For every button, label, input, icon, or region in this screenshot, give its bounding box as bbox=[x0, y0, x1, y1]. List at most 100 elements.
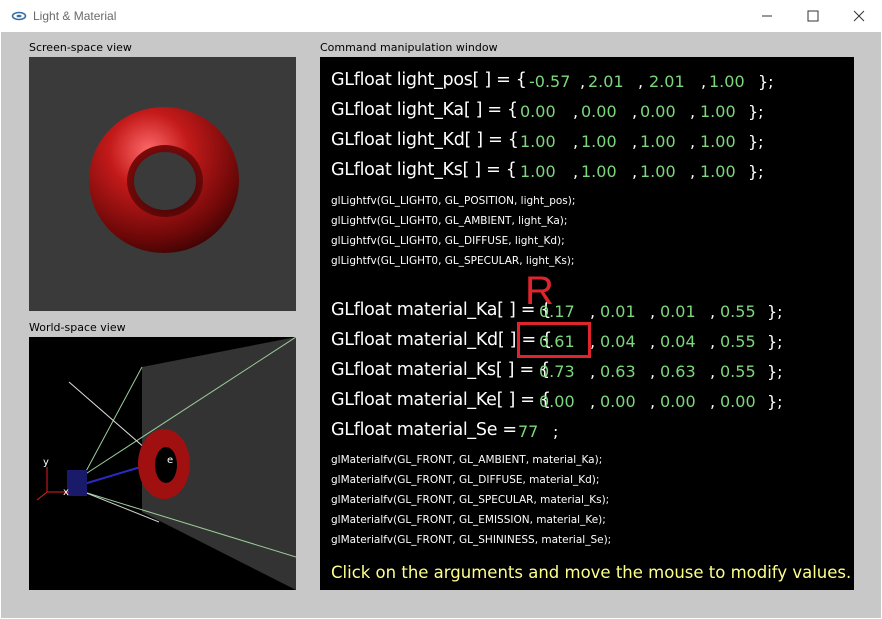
light-kd-decl: GLfloat light_Kd[ ] = { bbox=[331, 130, 519, 150]
frustum-edge bbox=[83, 366, 143, 476]
comma: , bbox=[690, 132, 696, 151]
material-call: glMaterialfv(GL_FRONT, GL_EMISSION, mate… bbox=[331, 514, 606, 526]
world-scene: y x e bbox=[36, 336, 297, 590]
light-ks-value-3[interactable]: 1.00 bbox=[700, 162, 736, 181]
light-kd-value-1[interactable]: 1.00 bbox=[581, 132, 617, 151]
screen-view-label: Screen-space view bbox=[29, 41, 132, 54]
light-ka-decl: GLfloat light_Ka[ ] = { bbox=[331, 100, 518, 120]
minimize-button[interactable] bbox=[744, 0, 790, 32]
comma: , bbox=[590, 302, 596, 321]
light-ka-value-2[interactable]: 0.00 bbox=[640, 102, 676, 121]
comma: , bbox=[710, 362, 716, 381]
light-kd-end: }; bbox=[748, 132, 764, 151]
light-ks-value-1[interactable]: 1.00 bbox=[581, 162, 617, 181]
light-call: glLightfv(GL_LIGHT0, GL_AMBIENT, light_K… bbox=[331, 215, 568, 227]
light-call: glLightfv(GL_LIGHT0, GL_POSITION, light_… bbox=[331, 195, 576, 207]
light-kd-value-3[interactable]: 1.00 bbox=[700, 132, 736, 151]
material-se-decl: GLfloat material_Se = bbox=[331, 420, 517, 440]
light-ka-end: }; bbox=[748, 102, 764, 121]
comma: , bbox=[690, 102, 696, 121]
light-pos-value-1[interactable]: 2.01 bbox=[588, 72, 624, 91]
material-ka-value-1[interactable]: 0.01 bbox=[600, 302, 636, 321]
comma: , bbox=[710, 332, 716, 351]
material-ka-value-3[interactable]: 0.55 bbox=[720, 302, 756, 321]
world-space-view[interactable]: y x e bbox=[29, 336, 297, 590]
light-ks-end: }; bbox=[748, 162, 764, 181]
material-ke-value-3[interactable]: 0.00 bbox=[720, 392, 756, 411]
light-ks-value-2[interactable]: 1.00 bbox=[640, 162, 676, 181]
comma: , bbox=[590, 362, 596, 381]
material-kd-value-2[interactable]: 0.04 bbox=[660, 332, 696, 351]
material-ks-decl: GLfloat material_Ks[ ] = { bbox=[331, 360, 550, 380]
material-ke-value-0[interactable]: 0.00 bbox=[539, 392, 575, 411]
material-ks-value-0[interactable]: 0.73 bbox=[539, 362, 575, 381]
screen-space-view[interactable] bbox=[29, 57, 296, 311]
light-ks-value-0[interactable]: 1.00 bbox=[520, 162, 556, 181]
comma: , bbox=[701, 72, 707, 91]
camera-box bbox=[67, 470, 87, 496]
comma: , bbox=[573, 162, 579, 181]
light-pos-value-2[interactable]: 2.01 bbox=[649, 72, 685, 91]
torus-render bbox=[89, 107, 239, 253]
comma: , bbox=[710, 302, 716, 321]
material-ke-end: }; bbox=[767, 392, 783, 411]
material-ka-decl: GLfloat material_Ka[ ] = { bbox=[331, 300, 552, 320]
close-button[interactable] bbox=[836, 0, 882, 32]
light-ka-value-0[interactable]: 0.00 bbox=[520, 102, 556, 121]
light-call: glLightfv(GL_LIGHT0, GL_DIFFUSE, light_K… bbox=[331, 235, 565, 247]
material-ka-end: }; bbox=[767, 302, 783, 321]
comma: , bbox=[632, 132, 638, 151]
material-call: glMaterialfv(GL_FRONT, GL_AMBIENT, mater… bbox=[331, 454, 603, 466]
material-ke-value-1[interactable]: 0.00 bbox=[600, 392, 636, 411]
eye-point-label: e bbox=[167, 455, 173, 466]
comma: , bbox=[650, 392, 656, 411]
close-icon bbox=[853, 10, 865, 22]
material-ke-decl: GLfloat material_Ke[ ] = { bbox=[331, 390, 551, 410]
comma: , bbox=[638, 72, 644, 91]
light-kd-value-0[interactable]: 1.00 bbox=[520, 132, 556, 151]
comma: , bbox=[632, 102, 638, 121]
material-kd-value-1[interactable]: 0.04 bbox=[600, 332, 636, 351]
material-ks-value-2[interactable]: 0.63 bbox=[660, 362, 696, 381]
material-kd-end: }; bbox=[767, 332, 783, 351]
title-bar: Light & Material bbox=[0, 0, 882, 32]
material-call: glMaterialfv(GL_FRONT, GL_SPECULAR, mate… bbox=[331, 494, 610, 506]
light-ks-decl: GLfloat light_Ks[ ] = { bbox=[331, 160, 517, 180]
material-ks-value-3[interactable]: 0.55 bbox=[720, 362, 756, 381]
comma: , bbox=[573, 132, 579, 151]
instruction-hint: Click on the arguments and move the mous… bbox=[331, 563, 852, 582]
light-pos-decl: GLfloat light_pos[ ] = { bbox=[331, 70, 527, 90]
comma: , bbox=[690, 162, 696, 181]
comma: , bbox=[590, 392, 596, 411]
light-pos-value-0[interactable]: -0.57 bbox=[529, 72, 570, 91]
command-window-label: Command manipulation window bbox=[320, 41, 498, 54]
window-title: Light & Material bbox=[33, 9, 117, 23]
comma: , bbox=[650, 302, 656, 321]
material-ke-value-2[interactable]: 0.00 bbox=[660, 392, 696, 411]
axis-y-label: y bbox=[43, 457, 49, 468]
material-ks-end: }; bbox=[767, 362, 783, 381]
material-kd-value-3[interactable]: 0.55 bbox=[720, 332, 756, 351]
light-kd-value-2[interactable]: 1.00 bbox=[640, 132, 676, 151]
maximize-icon bbox=[807, 10, 819, 22]
material-call: glMaterialfv(GL_FRONT, GL_DIFFUSE, mater… bbox=[331, 474, 600, 486]
minimize-icon bbox=[762, 15, 772, 17]
annotation-highlight-box bbox=[517, 322, 591, 358]
light-pos-value-3[interactable]: 1.00 bbox=[709, 72, 745, 91]
material-ka-value-2[interactable]: 0.01 bbox=[660, 302, 696, 321]
material-se-value[interactable]: 77 bbox=[518, 422, 538, 441]
light-pos-end: }; bbox=[758, 72, 774, 91]
comma: , bbox=[710, 392, 716, 411]
command-window: GLfloat light_pos[ ] = { -0.57 , 2.01 , … bbox=[320, 57, 854, 590]
material-se-end: ; bbox=[553, 422, 559, 441]
material-ks-value-1[interactable]: 0.63 bbox=[600, 362, 636, 381]
annotation-label: R bbox=[525, 269, 554, 313]
comma: , bbox=[573, 102, 579, 121]
material-call: glMaterialfv(GL_FRONT, GL_SHININESS, mat… bbox=[331, 534, 612, 546]
light-ka-value-1[interactable]: 0.00 bbox=[581, 102, 617, 121]
light-ka-value-3[interactable]: 1.00 bbox=[700, 102, 736, 121]
maximize-button[interactable] bbox=[790, 0, 836, 32]
comma: , bbox=[580, 72, 586, 91]
light-call: glLightfv(GL_LIGHT0, GL_SPECULAR, light_… bbox=[331, 255, 575, 267]
comma: , bbox=[632, 162, 638, 181]
